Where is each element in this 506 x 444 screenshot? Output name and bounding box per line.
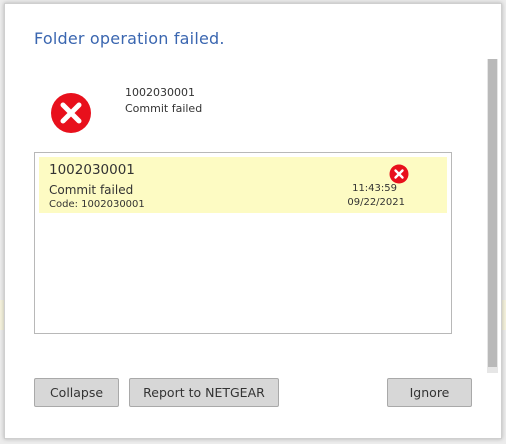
summary-error-message: Commit failed xyxy=(125,102,203,115)
dialog-title: Folder operation failed. xyxy=(34,29,225,48)
collapse-button[interactable]: Collapse xyxy=(34,378,119,407)
row-timestamp-time: 11:43:59 xyxy=(352,183,397,194)
summary-error-code: 1002030001 xyxy=(125,86,195,99)
row-error-message: Commit failed xyxy=(49,183,134,197)
error-dialog: Folder operation failed. 1002030001 Comm… xyxy=(4,3,502,439)
error-icon xyxy=(51,93,91,133)
row-error-code: 1002030001 xyxy=(49,162,135,178)
error-list-item[interactable]: 1002030001 Commit failed Code: 100203000… xyxy=(39,157,447,213)
row-timestamp-date: 09/22/2021 xyxy=(347,197,405,208)
report-to-netgear-button[interactable]: Report to NETGEAR xyxy=(129,378,279,407)
error-icon xyxy=(389,164,409,184)
error-details-list[interactable]: 1002030001 Commit failed Code: 100203000… xyxy=(34,152,452,334)
ignore-button[interactable]: Ignore xyxy=(387,378,472,407)
row-error-subcode: Code: 1002030001 xyxy=(49,199,145,210)
scrollbar-thumb[interactable] xyxy=(488,59,497,367)
dialog-scrollbar[interactable] xyxy=(487,59,498,373)
